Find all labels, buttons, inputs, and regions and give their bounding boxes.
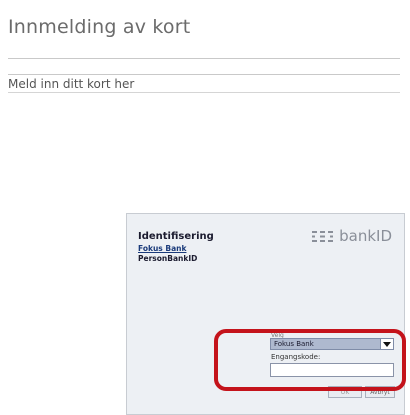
bank-select-value: Fokus Bank bbox=[274, 340, 314, 348]
section-heading: Meld inn ditt kort her bbox=[8, 77, 135, 91]
one-time-code-field[interactable] bbox=[270, 363, 394, 377]
page-title: Innmelding av kort bbox=[8, 16, 191, 38]
bankid-login-panel: Identifisering Fokus Bank PersonBankID b… bbox=[126, 213, 405, 415]
page: Innmelding av kort Meld inn ditt kort he… bbox=[0, 0, 410, 415]
dropdown-arrow bbox=[383, 341, 391, 347]
bank-select[interactable]: Fokus Bank bbox=[270, 338, 394, 350]
bankid-logo-icon bbox=[312, 230, 334, 242]
ok-button[interactable]: OK bbox=[328, 386, 362, 398]
bankid-title: Identifisering bbox=[138, 231, 214, 242]
divider bbox=[8, 92, 400, 93]
code-field-label: Engangskode: bbox=[271, 353, 321, 361]
chevron-down-icon[interactable] bbox=[380, 339, 393, 349]
bankid-subtitle: PersonBankID bbox=[138, 254, 198, 263]
bankid-logo: bankID bbox=[312, 227, 392, 245]
bank-link[interactable]: Fokus Bank bbox=[138, 244, 186, 253]
cancel-button[interactable]: Avbryt bbox=[365, 386, 395, 398]
bankid-logo-text: bankID bbox=[339, 227, 392, 245]
divider bbox=[8, 58, 400, 59]
divider bbox=[8, 74, 400, 75]
